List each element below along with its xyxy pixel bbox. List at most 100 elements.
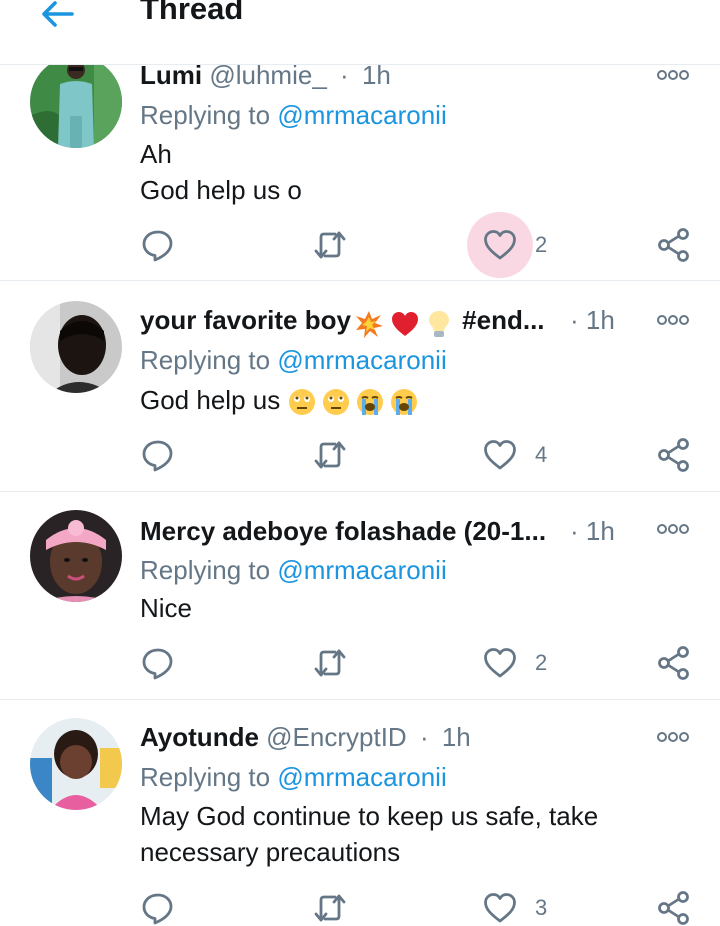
share-button[interactable] [656,437,692,473]
tweet-header: Ayotunde @EncryptID · 1h [140,720,630,754]
reply-icon [140,890,176,926]
tweet-text-body: God help us [140,385,281,415]
avatar[interactable] [30,510,122,602]
retweet-button[interactable] [312,437,348,473]
retweet-icon [312,890,348,926]
tweet-text-line: Ah [140,139,172,169]
back-arrow-icon [42,1,74,27]
share-icon [656,645,692,681]
reply-button[interactable] [140,645,176,681]
eye-roll-emoji [289,389,316,416]
separator-dot: · [570,516,579,546]
tweet-text: May God continue to keep us safe, take n… [140,798,680,870]
heart-icon [482,227,518,263]
more-icon [656,522,690,536]
retweet-icon [312,645,348,681]
more-button[interactable] [656,730,690,744]
mention-link[interactable]: @mrmacaronii [277,555,446,585]
reply-button[interactable] [140,437,176,473]
display-name[interactable]: Mercy adeboye folashade (20-1... [140,516,546,546]
tweet-text: Ah God help us o [140,136,680,208]
replying-to: Replying to @mrmacaronii [140,553,447,587]
retweet-button[interactable] [312,227,348,263]
timestamp: 1h [441,722,471,752]
tweet-header: your favorite boy #end... [140,303,550,339]
share-icon [656,437,692,473]
like-button[interactable] [482,890,518,926]
display-name[interactable]: Ayotunde [140,722,259,752]
retweet-icon [312,227,348,263]
like-count: 2 [535,650,548,675]
timestamp-group: · 1h [570,514,615,548]
tweet-text: Nice [140,590,680,626]
replying-to: Replying to @mrmacaronii [140,343,447,377]
tweet-text: God help us [140,382,680,418]
heart-icon [482,890,518,926]
share-icon [656,227,692,263]
retweet-icon [312,437,348,473]
like-count: 4 [535,442,548,467]
avatar[interactable] [30,56,122,148]
timestamp-group: · 1h [570,303,615,337]
replying-to-label: Replying to [140,100,271,130]
lightbulb-emoji [426,305,452,339]
collision-emoji [354,305,384,339]
tweet[interactable]: Mercy adeboye folashade (20-1... · 1h Re… [0,492,720,699]
reply-icon [140,227,176,263]
more-button[interactable] [656,522,690,536]
heart-emoji [390,305,420,339]
replying-to: Replying to @mrmacaronii [140,760,447,794]
replying-to-label: Replying to [140,345,271,375]
mention-link[interactable]: @mrmacaronii [277,762,446,792]
more-icon [656,730,690,744]
display-name-hashtag[interactable]: #end... [462,305,544,335]
share-icon [656,890,692,926]
more-button[interactable] [656,313,690,327]
replying-to-label: Replying to [140,555,271,585]
heart-icon [482,645,518,681]
tweet-text-body: Nice [140,593,193,623]
share-button[interactable] [656,645,692,681]
separator-dot: · [419,722,429,752]
more-icon [656,68,690,82]
reply-icon [140,645,176,681]
crying-emoji [357,389,384,416]
like-count: 2 [535,232,548,257]
reply-icon [140,437,176,473]
reply-button[interactable] [140,890,176,926]
replying-to: Replying to @mrmacaronii [140,98,447,132]
like-button[interactable] [482,437,518,473]
more-button[interactable] [656,68,690,82]
share-button[interactable] [656,890,692,926]
like-count: 3 [535,895,548,920]
tweet-text-line: necessary precautions [140,837,401,867]
back-button[interactable] [38,0,78,34]
tweet-header: Mercy adeboye folashade (20-1... [140,514,550,548]
more-icon [656,313,690,327]
top-bar: Thread [0,0,720,65]
timestamp: 1h [585,516,615,546]
tweet-text-line: God help us o [140,175,302,205]
tweet[interactable]: your favorite boy #end... · 1h Replying … [0,281,720,491]
share-button[interactable] [656,227,692,263]
separator-dot: · [570,305,579,335]
avatar[interactable] [30,718,122,810]
avatar[interactable] [30,301,122,393]
like-button[interactable] [482,645,518,681]
mention-link[interactable]: @mrmacaronii [277,100,446,130]
reply-button[interactable] [140,227,176,263]
eye-roll-emoji [323,389,350,416]
tweet-text-line: May God continue to keep us safe, take [140,801,599,831]
mention-link[interactable]: @mrmacaronii [277,345,446,375]
timestamp: 1h [585,305,615,335]
heart-icon [482,437,518,473]
tweet[interactable]: Ayotunde @EncryptID · 1h Replying to @mr… [0,700,720,911]
user-handle[interactable]: @EncryptID [266,722,407,752]
retweet-button[interactable] [312,890,348,926]
retweet-button[interactable] [312,645,348,681]
emoji-row [280,385,419,416]
display-name[interactable]: your favorite boy [140,305,351,335]
replying-to-label: Replying to [140,762,271,792]
page-title: Thread [140,0,244,26]
like-button[interactable] [482,227,518,263]
